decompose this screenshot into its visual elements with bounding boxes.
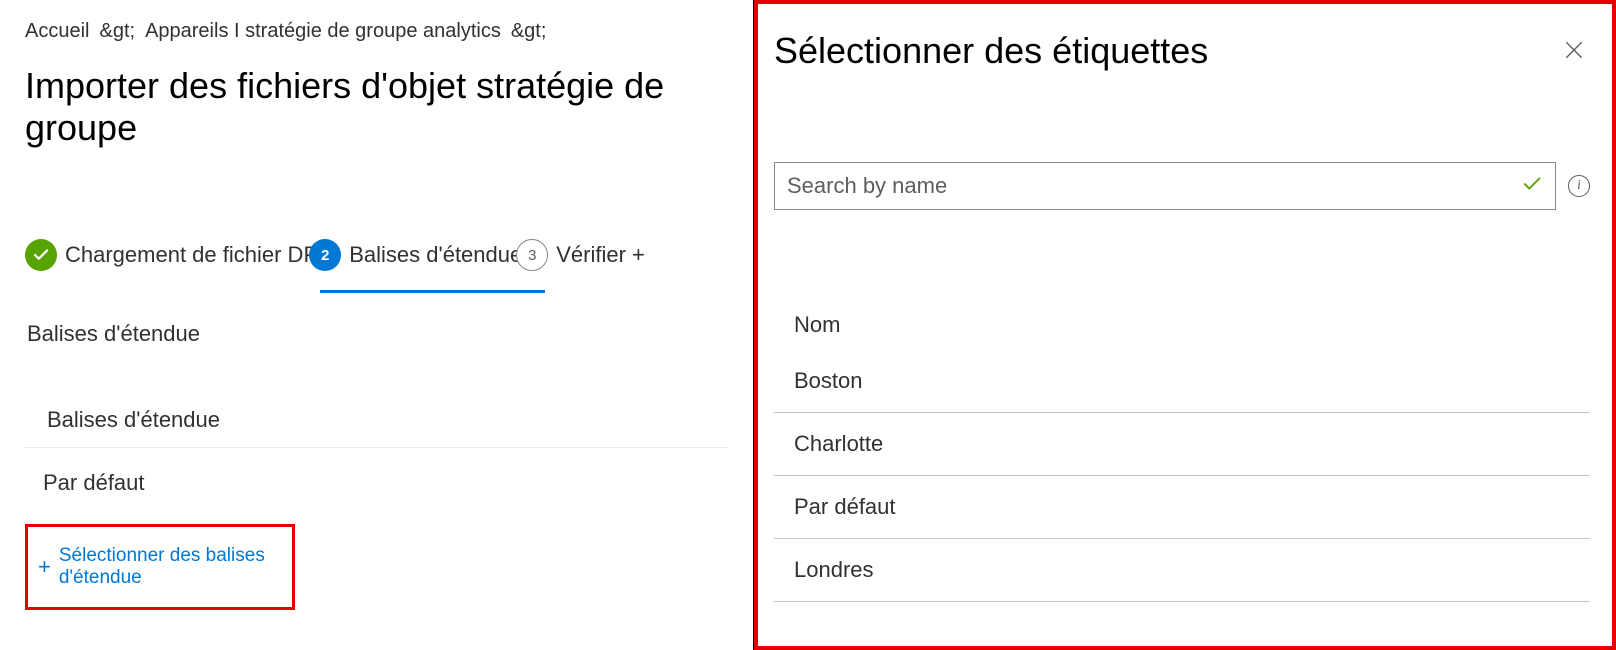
breadcrumb-devices-gpa[interactable]: Appareils I stratégie de groupe analytic… — [145, 20, 501, 43]
checkmark-icon — [1521, 173, 1543, 200]
section-label: Balises d'étendue — [25, 321, 728, 347]
step-number-icon: 3 — [516, 239, 548, 271]
breadcrumb-separator: &gt; — [511, 20, 547, 43]
breadcrumb-home[interactable]: Accueil — [25, 20, 89, 43]
step-file-upload[interactable]: Chargement de fichier DPO — [25, 239, 335, 271]
select-scope-tags-label: Sélectionner des balises d'étendue — [59, 545, 282, 589]
scope-tag-row-default: Par défaut — [25, 448, 728, 518]
tag-item[interactable]: Par défaut — [774, 476, 1590, 539]
plus-icon: + — [38, 556, 51, 578]
step-number-icon: 2 — [309, 239, 341, 271]
tag-item[interactable]: Boston — [774, 350, 1590, 413]
highlight-flyout: Sélectionner des étiquettes i Nom Boston… — [754, 0, 1616, 650]
search-row: i — [774, 162, 1590, 210]
checkmark-icon — [25, 239, 57, 271]
main-content: Accueil &gt; Appareils I stratégie de gr… — [0, 0, 755, 650]
step-review[interactable]: 3 Vérifier + — [536, 239, 645, 271]
breadcrumb: Accueil &gt; Appareils I stratégie de gr… — [25, 20, 728, 43]
tag-item[interactable]: Charlotte — [774, 413, 1590, 476]
stepper: Chargement de fichier DPO 2 Balises d'ét… — [25, 239, 728, 271]
search-input[interactable] — [787, 173, 1521, 199]
tag-list-header-name: Nom — [774, 300, 1590, 350]
select-scope-tags-link[interactable]: + Sélectionner des balises d'étendue — [38, 545, 282, 589]
search-box[interactable] — [774, 162, 1556, 210]
tag-item[interactable]: Londres — [774, 539, 1590, 602]
page-title: Importer des fichiers d'objet stratégie … — [25, 65, 728, 149]
close-button[interactable] — [1558, 34, 1590, 66]
breadcrumb-separator: &gt; — [99, 20, 135, 43]
step-scope-tags[interactable]: 2 Balises d'étendue — [349, 239, 522, 271]
step-label: Balises d'étendue — [349, 242, 522, 268]
column-header-scope-tags: Balises d'étendue — [25, 393, 728, 448]
step-label: Chargement de fichier DPO — [65, 242, 335, 268]
select-tags-flyout: Sélectionner des étiquettes i Nom Boston… — [758, 4, 1612, 646]
step-label: Vérifier + — [556, 242, 645, 268]
flyout-title: Sélectionner des étiquettes — [774, 30, 1208, 72]
active-step-underline — [320, 290, 545, 293]
flyout-header: Sélectionner des étiquettes — [774, 30, 1590, 72]
highlight-add-scope-tags: + Sélectionner des balises d'étendue — [25, 524, 295, 610]
info-icon[interactable]: i — [1568, 175, 1590, 197]
